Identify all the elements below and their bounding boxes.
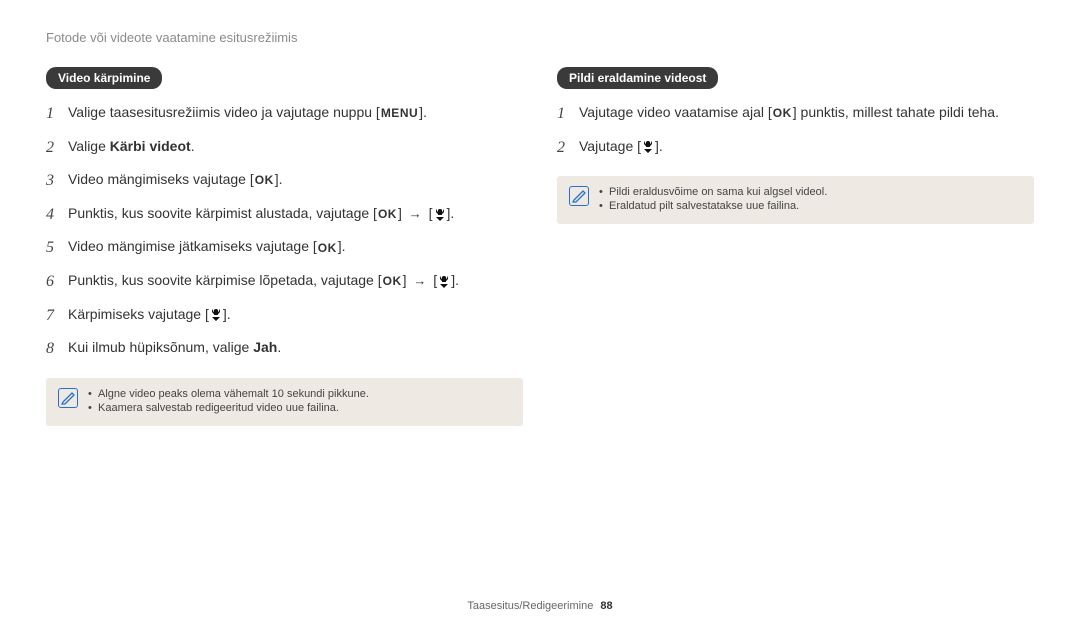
step-item: 3Video mängimiseks vajutage [OK]. xyxy=(46,170,523,192)
left-column: Video kärpimine 1Valige taasesitusrežiim… xyxy=(46,67,523,426)
step-number: 8 xyxy=(46,338,68,360)
step-number: 1 xyxy=(557,103,579,125)
note-item: Eraldatud pilt salvestatakse uue failina… xyxy=(599,200,827,212)
step-item: 1Vajutage video vaatamise ajal [OK] punk… xyxy=(557,103,1034,125)
step-text: Vajutage video vaatamise ajal [OK] punkt… xyxy=(579,103,1034,122)
note-item: Pildi eraldusvõime on sama kui algsel vi… xyxy=(599,186,827,198)
step-text: Kui ilmub hüpiksõnum, valige Jah. xyxy=(68,338,523,357)
step-number: 2 xyxy=(46,137,68,159)
footer-section: Taasesitus/Redigeerimine xyxy=(467,600,593,612)
step-item: 8Kui ilmub hüpiksõnum, valige Jah. xyxy=(46,338,523,360)
step-item: 5Video mängimise jätkamiseks vajutage [O… xyxy=(46,237,523,259)
ok-icon: OK xyxy=(377,206,398,222)
left-steps: 1Valige taasesitusrežiimis video ja vaju… xyxy=(46,103,523,360)
step-item: 7Kärpimiseks vajutage []. xyxy=(46,305,523,327)
ok-icon: OK xyxy=(317,240,338,256)
note-icon xyxy=(569,186,589,206)
menu-icon: MENU xyxy=(380,105,419,121)
macro-down-icon xyxy=(641,140,655,153)
step-text: Vajutage []. xyxy=(579,137,1034,156)
step-text: Valige taasesitusrežiimis video ja vajut… xyxy=(68,103,523,122)
content-columns: Video kärpimine 1Valige taasesitusrežiim… xyxy=(46,67,1034,426)
note-item: Kaamera salvestab redigeeritud video uue… xyxy=(88,402,369,414)
step-number: 7 xyxy=(46,305,68,327)
step-text: Punktis, kus soovite kärpimist alustada,… xyxy=(68,204,523,223)
ok-icon: OK xyxy=(254,172,275,188)
right-note-list: Pildi eraldusvõime on sama kui algsel vi… xyxy=(599,186,827,214)
step-number: 4 xyxy=(46,204,68,226)
left-note: Algne video peaks olema vähemalt 10 seku… xyxy=(46,378,523,426)
section-pill-right: Pildi eraldamine videost xyxy=(557,67,718,89)
note-icon xyxy=(58,388,78,408)
right-steps: 1Vajutage video vaatamise ajal [OK] punk… xyxy=(557,103,1034,158)
step-item: 4Punktis, kus soovite kärpimist alustada… xyxy=(46,204,523,226)
step-item: 2Vajutage []. xyxy=(557,137,1034,159)
step-number: 5 xyxy=(46,237,68,259)
step-number: 2 xyxy=(557,137,579,159)
breadcrumb-header: Fotode või videote vaatamine esitusrežii… xyxy=(46,30,1034,45)
macro-down-icon xyxy=(433,208,447,221)
section-pill-left: Video kärpimine xyxy=(46,67,162,89)
step-text: Video mängimise jätkamiseks vajutage [OK… xyxy=(68,237,523,256)
step-text: Punktis, kus soovite kärpimise lõpetada,… xyxy=(68,271,523,290)
step-item: 2Valige Kärbi videot. xyxy=(46,137,523,159)
right-column: Pildi eraldamine videost 1Vajutage video… xyxy=(557,67,1034,426)
page-footer: Taasesitus/Redigeerimine 88 xyxy=(0,600,1080,612)
arrow-right-icon: → xyxy=(409,206,422,221)
right-note: Pildi eraldusvõime on sama kui algsel vi… xyxy=(557,176,1034,224)
macro-down-icon xyxy=(209,308,223,321)
macro-down-icon xyxy=(437,275,451,288)
step-number: 3 xyxy=(46,170,68,192)
step-text: Video mängimiseks vajutage [OK]. xyxy=(68,170,523,189)
step-number: 6 xyxy=(46,271,68,293)
step-item: 6Punktis, kus soovite kärpimise lõpetada… xyxy=(46,271,523,293)
left-note-list: Algne video peaks olema vähemalt 10 seku… xyxy=(88,388,369,416)
ok-icon: OK xyxy=(382,273,403,289)
note-item: Algne video peaks olema vähemalt 10 seku… xyxy=(88,388,369,400)
footer-page: 88 xyxy=(600,600,612,612)
step-text: Kärpimiseks vajutage []. xyxy=(68,305,523,324)
step-item: 1Valige taasesitusrežiimis video ja vaju… xyxy=(46,103,523,125)
arrow-right-icon: → xyxy=(413,273,426,288)
step-number: 1 xyxy=(46,103,68,125)
step-text: Valige Kärbi videot. xyxy=(68,137,523,156)
ok-icon: OK xyxy=(772,105,793,121)
